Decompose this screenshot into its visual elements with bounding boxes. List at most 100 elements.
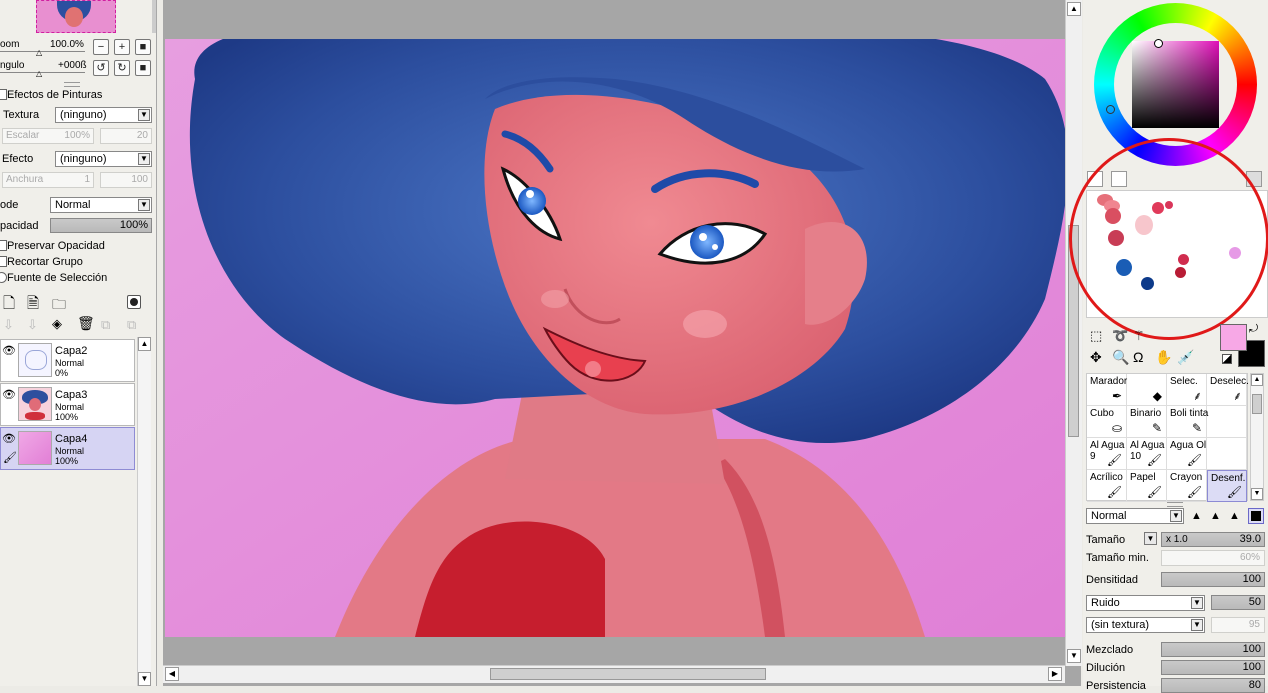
navigator-scroll[interactable] bbox=[152, 0, 156, 33]
brush-shape-icon[interactable]: ▲ bbox=[1210, 510, 1221, 522]
navigator-thumbnail[interactable] bbox=[36, 0, 116, 33]
texture-select[interactable]: (ninguno) ▼ bbox=[55, 107, 152, 123]
layer-item[interactable]: 👁 Capa2 Normal 0% bbox=[0, 339, 135, 382]
layers-scrollbar[interactable]: ▲ ▼ bbox=[137, 337, 151, 686]
flatten-icon[interactable]: ⧉ bbox=[127, 317, 136, 333]
magic-wand-icon[interactable]: ⚚ bbox=[1133, 328, 1145, 344]
ink-pen-icon: ✎ bbox=[1191, 421, 1202, 435]
tool-boli-tinta[interactable]: Boli tinta ✎ bbox=[1167, 406, 1208, 438]
brush-noise-select[interactable]: Ruido ▼ bbox=[1086, 595, 1205, 611]
merge-visible-icon[interactable]: ⧉ bbox=[101, 317, 110, 333]
layer-mask-icon[interactable] bbox=[127, 295, 141, 309]
eye-icon[interactable]: 👁 bbox=[2, 390, 16, 401]
hand-icon[interactable]: ✋ bbox=[1155, 349, 1172, 366]
scroll-left-icon[interactable]: ◀ bbox=[165, 667, 179, 681]
artwork-canvas[interactable] bbox=[165, 39, 1065, 637]
panel-grip[interactable] bbox=[1167, 502, 1183, 507]
brush-texture-select[interactable]: (sin textura) ▼ bbox=[1086, 617, 1205, 633]
preserve-opacity-checkbox[interactable] bbox=[0, 240, 7, 251]
tool-selec-[interactable]: Selec. ⸙ bbox=[1167, 374, 1207, 406]
zoom-out-button[interactable]: − bbox=[93, 39, 109, 55]
brush-shape-icon[interactable]: ▲ bbox=[1229, 510, 1240, 522]
rotate-right-button[interactable]: ↻ bbox=[114, 60, 130, 76]
layer-item-selected[interactable]: 👁 🖌 Capa4 Normal 100% bbox=[0, 427, 135, 470]
scroll-up-icon[interactable]: ▲ bbox=[138, 337, 151, 351]
delete-layer-icon[interactable]: 🗑 bbox=[77, 315, 95, 332]
tool-desenf-[interactable]: Desenf. 🖌 bbox=[1207, 470, 1247, 502]
selection-source-checkbox[interactable] bbox=[0, 272, 7, 283]
saturation-value-square[interactable] bbox=[1132, 41, 1219, 128]
transfer-down-icon[interactable]: ⇩ bbox=[3, 317, 14, 333]
brush-noise-slider[interactable]: 50 bbox=[1211, 595, 1265, 610]
zoom-icon[interactable]: 🔍 bbox=[1112, 349, 1129, 366]
new-folder-icon[interactable]: 🗀 bbox=[52, 294, 66, 318]
brush-shape-selector[interactable]: ▲ ▲ ▲ bbox=[1189, 508, 1265, 525]
hue-picker-handle[interactable] bbox=[1106, 105, 1115, 114]
tool-al-agua-9[interactable]: Al Agua 9 🖌 bbox=[1087, 438, 1127, 470]
angle-slider-thumb[interactable]: △ bbox=[36, 69, 42, 78]
scroll-thumb[interactable] bbox=[490, 668, 766, 680]
scroll-up-icon[interactable]: ▲ bbox=[1251, 374, 1263, 386]
layer-item[interactable]: 👁 Capa3 Normal 100% bbox=[0, 383, 135, 426]
lasso-icon[interactable]: ➰ bbox=[1112, 328, 1128, 344]
rotate-reset-button[interactable]: ■ bbox=[135, 60, 151, 76]
primary-color[interactable] bbox=[1220, 324, 1247, 351]
canvas-horizontal-scrollbar[interactable]: ◀ ▶ bbox=[163, 665, 1065, 683]
tool-deselec-[interactable]: Deselec. ⸙ bbox=[1207, 374, 1249, 406]
canvas-vertical-scrollbar[interactable]: ▲ ▼ bbox=[1065, 0, 1082, 666]
brush-dilution-slider[interactable]: 100 bbox=[1161, 660, 1265, 675]
zoom-slider-thumb[interactable]: △ bbox=[36, 48, 42, 57]
brush-min-size-slider[interactable]: 60% bbox=[1161, 550, 1265, 566]
tool-marador[interactable]: Marador ✒ bbox=[1087, 374, 1127, 406]
tool-binario[interactable]: Binario ✎ bbox=[1127, 406, 1167, 438]
brush-size-slider[interactable]: x 1.0 39.0 bbox=[1161, 532, 1265, 547]
clear-layer-icon[interactable]: ◈ bbox=[52, 316, 62, 332]
tool-crayon[interactable]: Crayon 🖌 bbox=[1167, 470, 1207, 502]
brush-blending-slider[interactable]: 100 bbox=[1161, 642, 1265, 657]
chevron-down-icon[interactable]: ▼ bbox=[1144, 532, 1157, 545]
eye-icon[interactable]: 👁 bbox=[2, 434, 16, 445]
scroll-down-icon[interactable]: ▼ bbox=[138, 672, 151, 686]
scroll-up-icon[interactable]: ▲ bbox=[1067, 2, 1081, 16]
effect-select[interactable]: (ninguno) ▼ bbox=[55, 151, 152, 167]
merge-down-icon[interactable]: ⇩ bbox=[27, 317, 38, 333]
layer-mode-select[interactable]: Normal ▼ bbox=[50, 197, 152, 213]
brush-density-slider[interactable]: 100 bbox=[1161, 572, 1265, 587]
move-icon[interactable]: ✥ bbox=[1090, 349, 1102, 366]
scroll-thumb[interactable] bbox=[1252, 394, 1262, 414]
swap-colors-icon[interactable]: ⤾ bbox=[1249, 323, 1258, 336]
sv-picker-handle[interactable] bbox=[1154, 39, 1163, 48]
angle-slider[interactable] bbox=[0, 72, 85, 73]
panel-grip[interactable] bbox=[64, 82, 80, 87]
tool-cubo[interactable]: Cubo ⛀ bbox=[1087, 406, 1127, 438]
layer-opacity-slider[interactable]: 100% bbox=[50, 218, 152, 233]
zoom-reset-button[interactable]: ■ bbox=[135, 39, 151, 55]
scroll-down-icon[interactable]: ▼ bbox=[1251, 488, 1263, 500]
brush-shape-selected[interactable] bbox=[1248, 508, 1264, 524]
scroll-down-icon[interactable]: ▼ bbox=[1067, 649, 1081, 663]
brush-shape-icon[interactable]: ▲ bbox=[1191, 510, 1202, 522]
rotate-icon[interactable]: Ω bbox=[1133, 349, 1143, 365]
tool-acrílico[interactable]: Acrílico 🖌 bbox=[1087, 470, 1127, 502]
new-linework-layer-icon[interactable]: 🗎 bbox=[27, 293, 39, 318]
reset-colors-icon[interactable] bbox=[1222, 354, 1232, 364]
tool-agua-ol[interactable]: Agua Ol 🖌 bbox=[1167, 438, 1207, 470]
zoom-slider[interactable] bbox=[0, 51, 85, 52]
new-layer-icon[interactable]: 🗋 bbox=[3, 293, 15, 318]
rect-select-icon[interactable]: ⬚ bbox=[1090, 328, 1102, 344]
zoom-in-button[interactable]: + bbox=[114, 39, 130, 55]
clip-group-checkbox[interactable] bbox=[0, 256, 7, 267]
tool-al-agua-10[interactable]: Al Agua 10 🖌 bbox=[1127, 438, 1167, 470]
chevron-down-icon: ▼ bbox=[1191, 597, 1203, 609]
canvas-area[interactable]: ▲ ▼ ◀ ▶ bbox=[163, 0, 1082, 686]
scroll-right-icon[interactable]: ▶ bbox=[1048, 667, 1062, 681]
tool-papel[interactable]: Papel 🖌 bbox=[1127, 470, 1167, 502]
paint-effects-checkbox[interactable] bbox=[0, 89, 7, 100]
brush-blend-select[interactable]: Normal ▼ bbox=[1086, 508, 1184, 524]
eyedropper-icon[interactable]: 💉 bbox=[1177, 349, 1194, 366]
rotate-left-button[interactable]: ↺ bbox=[93, 60, 109, 76]
eye-icon[interactable]: 👁 bbox=[2, 346, 16, 357]
brush-texture-slider[interactable]: 95 bbox=[1211, 617, 1265, 633]
tool-empty[interactable]: ◆ bbox=[1127, 374, 1167, 406]
tool-grid-scrollbar[interactable]: ▲ ▼ bbox=[1250, 373, 1264, 501]
